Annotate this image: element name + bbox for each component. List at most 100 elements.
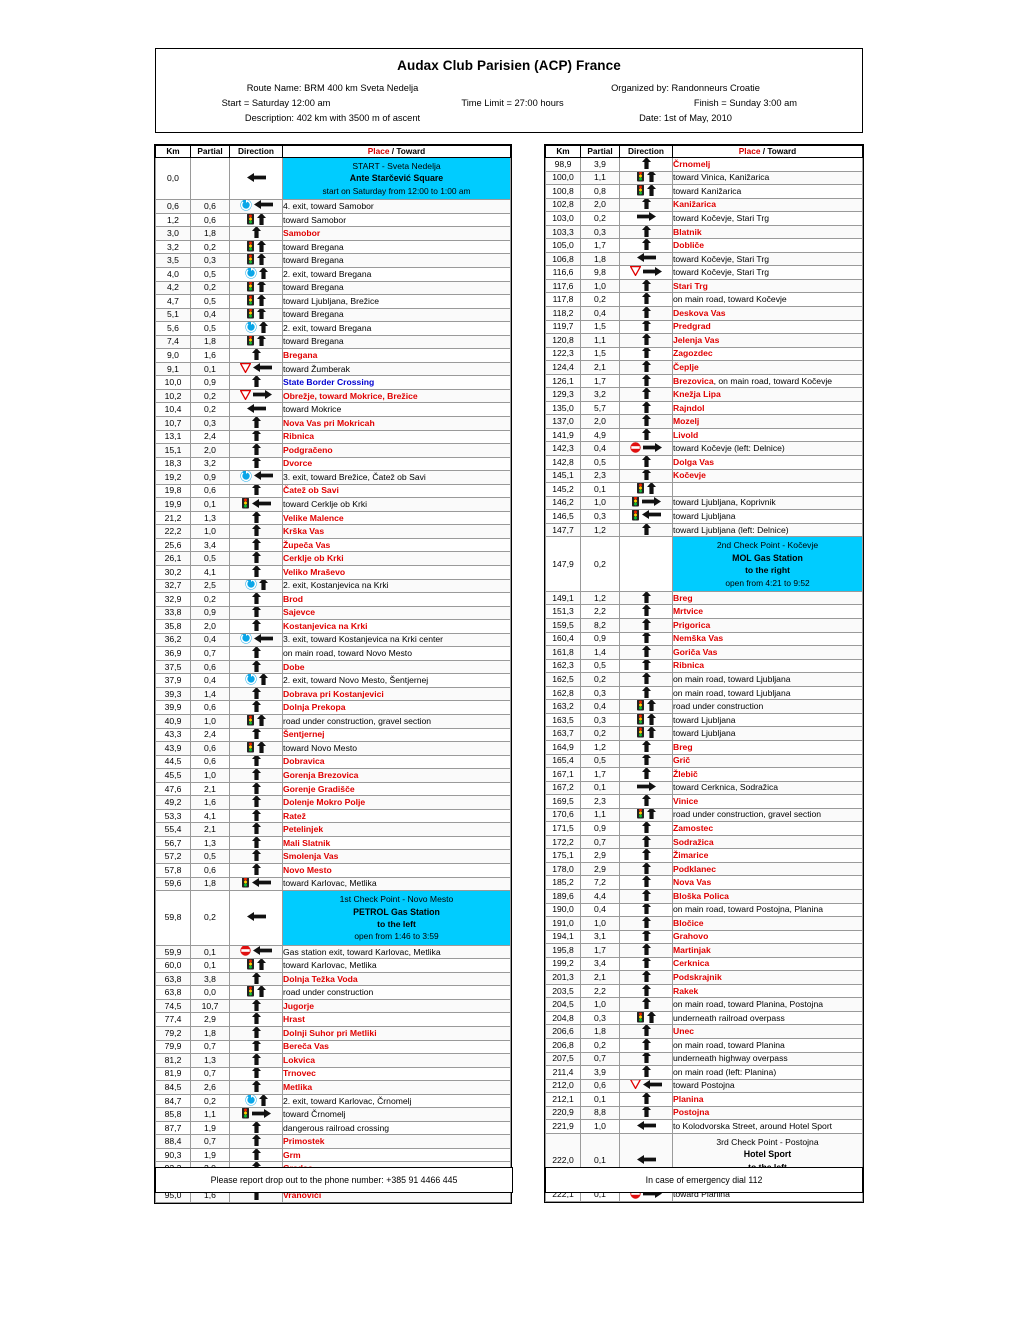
- cell-km: 19,9: [155, 497, 191, 512]
- cell-partial: 0,4: [190, 632, 230, 648]
- cell-partial: 0,5: [580, 753, 620, 769]
- place-label: toward Ljubljana: [673, 510, 736, 521]
- direction-icons: [231, 444, 282, 456]
- table-row: 79,2 1,8 Dolnji Suhor pri Metliki: [155, 1026, 511, 1041]
- table-row: 206,6 1,8 Unec: [545, 1024, 863, 1039]
- brevet-route-card-page: Audax Club Parisien (ACP) France Route N…: [0, 0, 1020, 1320]
- direction-icons: [621, 849, 672, 861]
- cell-km: 63,8: [155, 985, 191, 1000]
- cell-place-toward: Dobliče: [672, 238, 863, 253]
- cell-partial: 1,2: [580, 590, 620, 606]
- cell-place-toward: Krška Vas: [282, 524, 511, 539]
- cell-km: 116,6: [545, 265, 581, 280]
- table-row: 149,1 1,2 Breg: [545, 590, 863, 606]
- cell-direction: [229, 578, 283, 594]
- arrow-right-icon: [252, 1108, 271, 1121]
- cell-direction: [619, 184, 673, 199]
- table-row: 100,8 0,8 toward Kanižarica: [545, 184, 863, 199]
- table-row: 105,0 1,7 Dobliče: [545, 238, 863, 253]
- cell-direction: [619, 618, 673, 633]
- direction-icons: [621, 470, 672, 481]
- cell-partial: 0,2: [580, 1038, 620, 1053]
- cell-partial: 4,4: [580, 888, 620, 904]
- cell-place-toward: Petelinjek: [282, 822, 511, 837]
- cell-km: 22,2: [155, 524, 191, 539]
- cell-direction: [229, 470, 283, 485]
- cell-km: 88,4: [155, 1134, 191, 1149]
- cell-place-toward: Podskrajnik: [672, 970, 863, 985]
- table-row: 10,0 0,9 State Border Crossing: [155, 375, 511, 390]
- cell-place-toward: toward Ljubljana: [672, 712, 863, 728]
- place-label: Breg: [673, 592, 693, 603]
- cell-place-toward: Nemška Vas: [672, 631, 863, 647]
- arrow-left-icon: [253, 471, 273, 484]
- roundabout-icon: [244, 579, 257, 592]
- cell-direction: [229, 266, 283, 282]
- arrow-up-icon: [251, 1041, 261, 1053]
- table-row: 5,1 0,4 toward Bregana: [155, 307, 511, 323]
- cell-partial: 0,2: [580, 292, 620, 307]
- place-label: Hrast: [283, 1014, 305, 1025]
- cell-partial: 0,6: [190, 212, 230, 228]
- place-label: toward Ljubljana (left: Delnice): [673, 524, 789, 535]
- cell-direction: [229, 497, 283, 512]
- traffic-light-icon: [636, 727, 645, 740]
- direction-icons: [231, 810, 282, 822]
- direction-icons: [231, 1122, 282, 1134]
- place-label: Sajevce: [283, 607, 316, 618]
- cell-place-toward: toward Bregana: [282, 253, 511, 268]
- cell-km: 10,4: [155, 402, 191, 417]
- direction-icons: [621, 890, 672, 902]
- direction-icons: [621, 185, 672, 197]
- place-label: toward Novo Mesto: [283, 742, 358, 753]
- cell-km: 1,2: [155, 212, 191, 228]
- cell-km: 0,6: [155, 199, 191, 214]
- finish-time: Finish = Sunday 3:00 am: [693, 98, 798, 108]
- cell-direction: [229, 1066, 283, 1082]
- cell-direction: [619, 211, 673, 226]
- arrow-up-icon: [647, 727, 656, 740]
- place-label: Mozelj: [673, 416, 700, 427]
- cell-direction: [229, 1120, 283, 1136]
- direction-icons: [231, 620, 282, 632]
- place-label: Trnovec: [283, 1068, 316, 1079]
- place-label: Gorenje Gradišče: [283, 783, 355, 794]
- cell-place-toward: Metlika: [282, 1080, 511, 1095]
- direction-icons: [621, 700, 672, 712]
- cell-partial: 1,1: [190, 1107, 230, 1122]
- place-label: Petelinjek: [283, 824, 324, 835]
- direction-icons: [621, 768, 672, 780]
- direction-icons: [621, 1039, 672, 1051]
- place-label: toward Samobor: [283, 214, 347, 225]
- arrow-right-icon: [643, 442, 662, 455]
- cell-km: 211,4: [545, 1065, 581, 1080]
- direction-icons: [231, 837, 282, 849]
- direction-icons: [621, 998, 672, 1010]
- cell-partial: 2,1: [190, 781, 230, 797]
- direction-icons: [231, 172, 282, 184]
- cell-place-toward: Rajndol: [672, 400, 863, 416]
- route-table-right-body: 98,9 3,9 Črnomelj 100,0 1,1 toward Vinica, Ka…: [545, 157, 863, 1202]
- cell-place-toward: road under construction, gravel section: [282, 714, 511, 729]
- arrow-up-icon: [641, 415, 651, 428]
- place-label: Sodražica: [673, 836, 714, 847]
- cell-km: 4,2: [155, 280, 191, 296]
- cell-partial: 2,0: [580, 414, 620, 429]
- cell-partial: 1,2: [580, 522, 620, 538]
- cell-km: 161,8: [545, 645, 581, 660]
- table-row: 33,8 0,9 Sajevce: [155, 605, 511, 621]
- cell-partial: 8,2: [580, 618, 620, 633]
- cell-place-toward: 2. exit, toward Bregana: [282, 321, 511, 336]
- cell-place-toward: Dvorce: [282, 456, 511, 472]
- table-header-row: Km Partial Direction Place / Toward: [155, 145, 511, 158]
- arrow-left-icon: [253, 363, 272, 375]
- cell-km: 63,8: [155, 971, 191, 987]
- arrow-up-icon: [251, 1135, 261, 1148]
- place-label: Rakek: [673, 985, 699, 996]
- cell-place-toward: toward Žumberak: [282, 361, 511, 377]
- cell-partial: 1,3: [190, 510, 230, 526]
- arrow-up-icon: [257, 715, 266, 727]
- cell-direction: [619, 360, 673, 375]
- arrow-up-icon: [641, 931, 651, 943]
- arrow-up-icon: [251, 783, 261, 795]
